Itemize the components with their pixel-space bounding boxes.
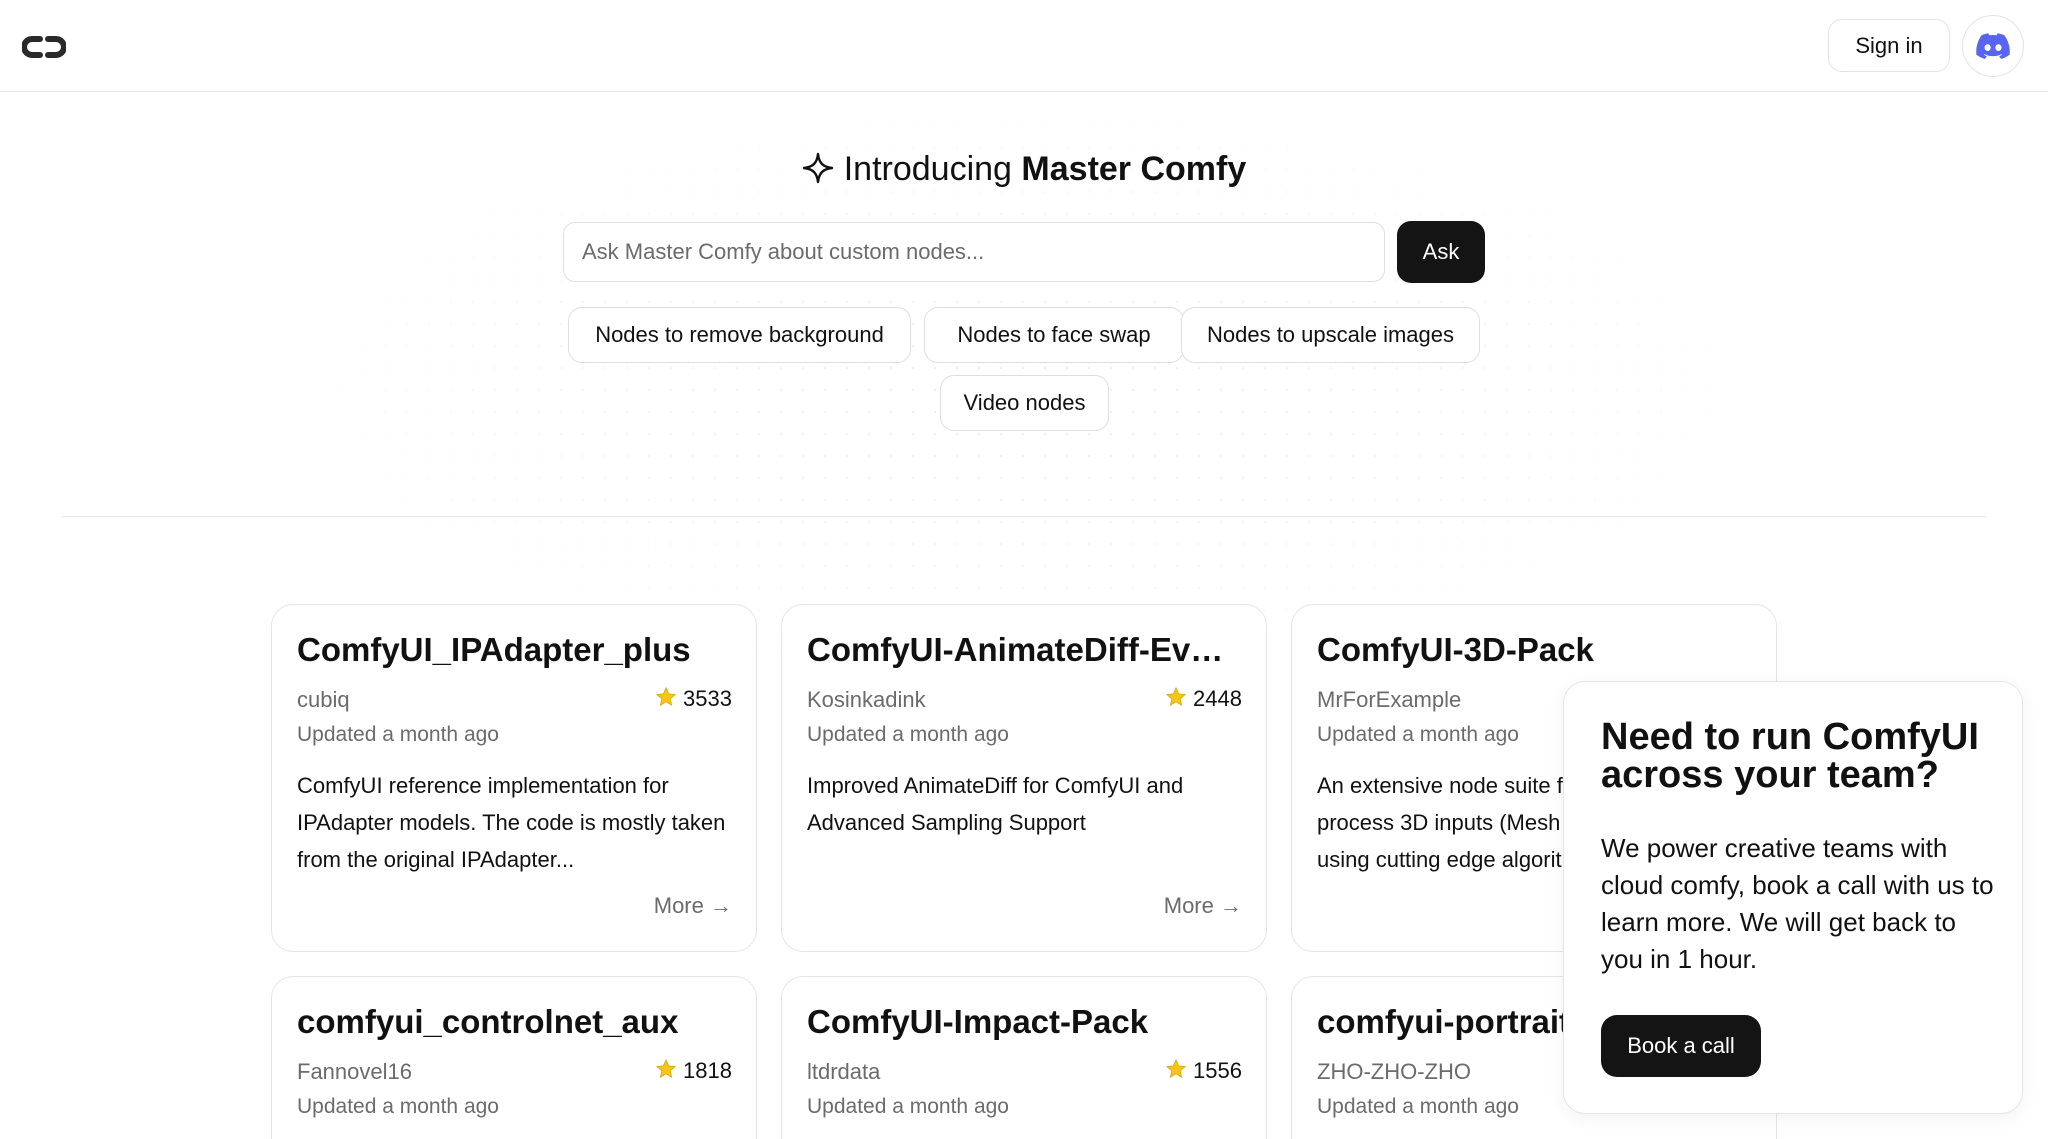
node-card[interactable]: ComfyUI-AnimateDiff-Evol... Kosinkadink … — [781, 604, 1267, 952]
hero-title-bold: Master Comfy — [1021, 150, 1247, 188]
card-author: ltdrdata — [807, 1059, 881, 1084]
card-title: ComfyUI-AnimateDiff-Evol... — [807, 631, 1243, 668]
card-updated: Updated a month ago — [1317, 1095, 1519, 1118]
card-description: Improved AnimateDiff for ComfyUI and Adv… — [807, 773, 1184, 835]
comfy-logo-icon[interactable] — [21, 30, 67, 64]
team-promo-popup: Need to run ComfyUI across your team? We… — [1563, 681, 2023, 1114]
card-more-link[interactable]: More → — [654, 893, 732, 919]
card-updated: Updated a month ago — [297, 1095, 499, 1118]
card-stars: 2448 — [1165, 686, 1242, 714]
chip-video-nodes[interactable]: Video nodes — [940, 375, 1109, 431]
discord-button[interactable] — [1962, 15, 2024, 77]
card-author: Kosinkadink — [807, 687, 926, 712]
node-card[interactable]: ComfyUI_IPAdapter_plus cubiq 3533 Update… — [271, 604, 757, 952]
card-star-count: 2448 — [1193, 686, 1242, 711]
card-updated: Updated a month ago — [807, 723, 1009, 746]
card-title: ComfyUI_IPAdapter_plus — [297, 631, 691, 668]
card-title: ComfyUI-3D-Pack — [1317, 631, 1594, 668]
card-updated: Updated a month ago — [807, 1095, 1009, 1118]
card-updated: Updated a month ago — [297, 723, 499, 746]
popup-body: We power creative teams with cloud comfy… — [1601, 833, 1994, 974]
card-title: comfyui_controlnet_aux — [297, 1003, 679, 1040]
star-icon — [1165, 686, 1187, 714]
card-author: MrForExample — [1317, 687, 1462, 712]
chip-remove-background[interactable]: Nodes to remove background — [568, 307, 911, 363]
card-more-link[interactable]: More → — [1164, 893, 1242, 919]
hero-title-prefix: Introducing — [843, 150, 1012, 188]
card-title: ComfyUI-Impact-Pack — [807, 1003, 1149, 1040]
card-star-count: 1556 — [1193, 1058, 1242, 1083]
card-stars: 1818 — [655, 1058, 732, 1086]
star-icon — [655, 686, 677, 714]
node-card[interactable]: comfyui_controlnet_aux Fannovel16 1818 U… — [271, 976, 757, 1139]
card-author: Fannovel16 — [297, 1059, 412, 1084]
section-divider — [62, 516, 1986, 517]
chip-face-swap[interactable]: Nodes to face swap — [924, 307, 1184, 363]
card-stars: 3533 — [655, 686, 732, 714]
card-updated: Updated a month ago — [1317, 723, 1519, 746]
popup-title: Need to run ComfyUI across your team? — [1601, 716, 1979, 796]
star-icon — [655, 1058, 677, 1086]
hero-title: Introducing Master Comfy — [0, 150, 2048, 193]
chip-upscale-images[interactable]: Nodes to upscale images — [1181, 307, 1480, 363]
card-description: ComfyUI reference implementation for IPA… — [297, 773, 726, 872]
card-stars: 1556 — [1165, 1058, 1242, 1086]
star-icon — [1165, 1058, 1187, 1086]
sign-in-button[interactable]: Sign in — [1828, 19, 1950, 72]
ask-input[interactable] — [563, 222, 1385, 282]
sparkle-icon — [802, 152, 834, 193]
ask-button[interactable]: Ask — [1397, 221, 1485, 283]
node-card[interactable]: ComfyUI-Impact-Pack ltdrdata 1556 Update… — [781, 976, 1267, 1139]
card-author: cubiq — [297, 687, 350, 712]
discord-icon — [1976, 33, 2010, 59]
card-star-count: 3533 — [683, 686, 732, 711]
card-star-count: 1818 — [683, 1058, 732, 1083]
card-author: ZHO-ZHO-ZHO — [1317, 1059, 1471, 1084]
book-call-button[interactable]: Book a call — [1601, 1015, 1761, 1077]
top-navigation-bar: Sign in — [0, 0, 2048, 92]
